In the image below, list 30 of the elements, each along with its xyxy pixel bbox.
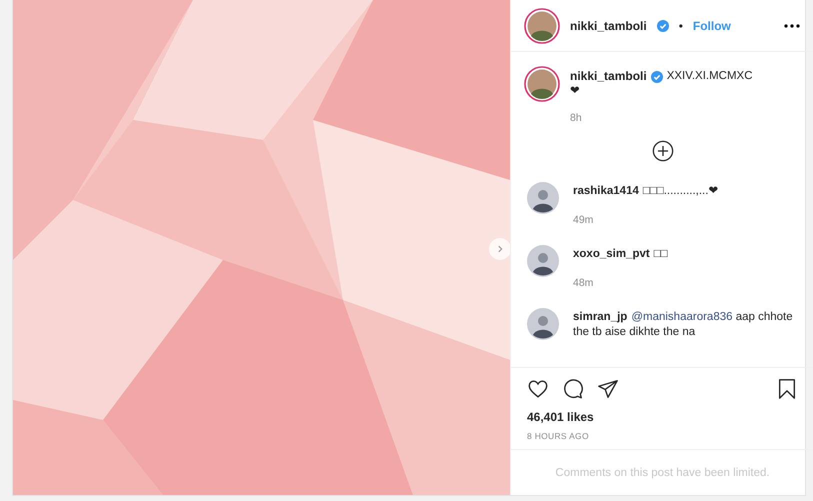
bookmark-icon[interactable]: [776, 378, 798, 400]
chevron-right-icon: [496, 245, 504, 253]
caption-text: XXIV.XI.MCMXC: [666, 69, 753, 84]
comment-icon[interactable]: [562, 378, 584, 400]
username-link[interactable]: nikki_tamboli: [570, 18, 647, 32]
avatar[interactable]: [524, 8, 560, 44]
comment-text: simran_jp @manishaarora836 aap chhote the tb aise dikhte the na: [573, 310, 794, 340]
mention-link[interactable]: @manishaarora836: [631, 311, 733, 323]
separator-dot: •: [678, 18, 683, 32]
comment-time: 49m: [573, 213, 594, 228]
avatar[interactable]: [527, 182, 559, 214]
username-link[interactable]: nikki_tamboli: [570, 69, 647, 84]
post-time: 8h: [570, 111, 583, 126]
post-date: 8 HOURS AGO: [526, 430, 590, 443]
share-icon[interactable]: [597, 378, 619, 400]
comment-time: 48m: [573, 276, 594, 291]
comments-limited-notice: Comments on this post have been limited.: [555, 466, 770, 478]
more-icon[interactable]: [784, 24, 800, 28]
comment-text: xoxo_sim_pvt □□: [573, 247, 669, 262]
avatar[interactable]: [524, 66, 560, 102]
comment-text: rashika1414 □□□..........,...❤: [573, 184, 720, 199]
likes-count[interactable]: 46,401 likes: [511, 400, 813, 424]
username-link[interactable]: rashika1414: [573, 185, 639, 197]
avatar[interactable]: [527, 308, 559, 340]
username-link[interactable]: simran_jp: [573, 311, 628, 323]
heart-icon[interactable]: [527, 378, 549, 400]
username-link[interactable]: xoxo_sim_pvt: [573, 248, 650, 260]
plus-icon[interactable]: [652, 140, 674, 162]
avatar[interactable]: [527, 245, 559, 277]
caption-text: ❤: [570, 84, 581, 99]
